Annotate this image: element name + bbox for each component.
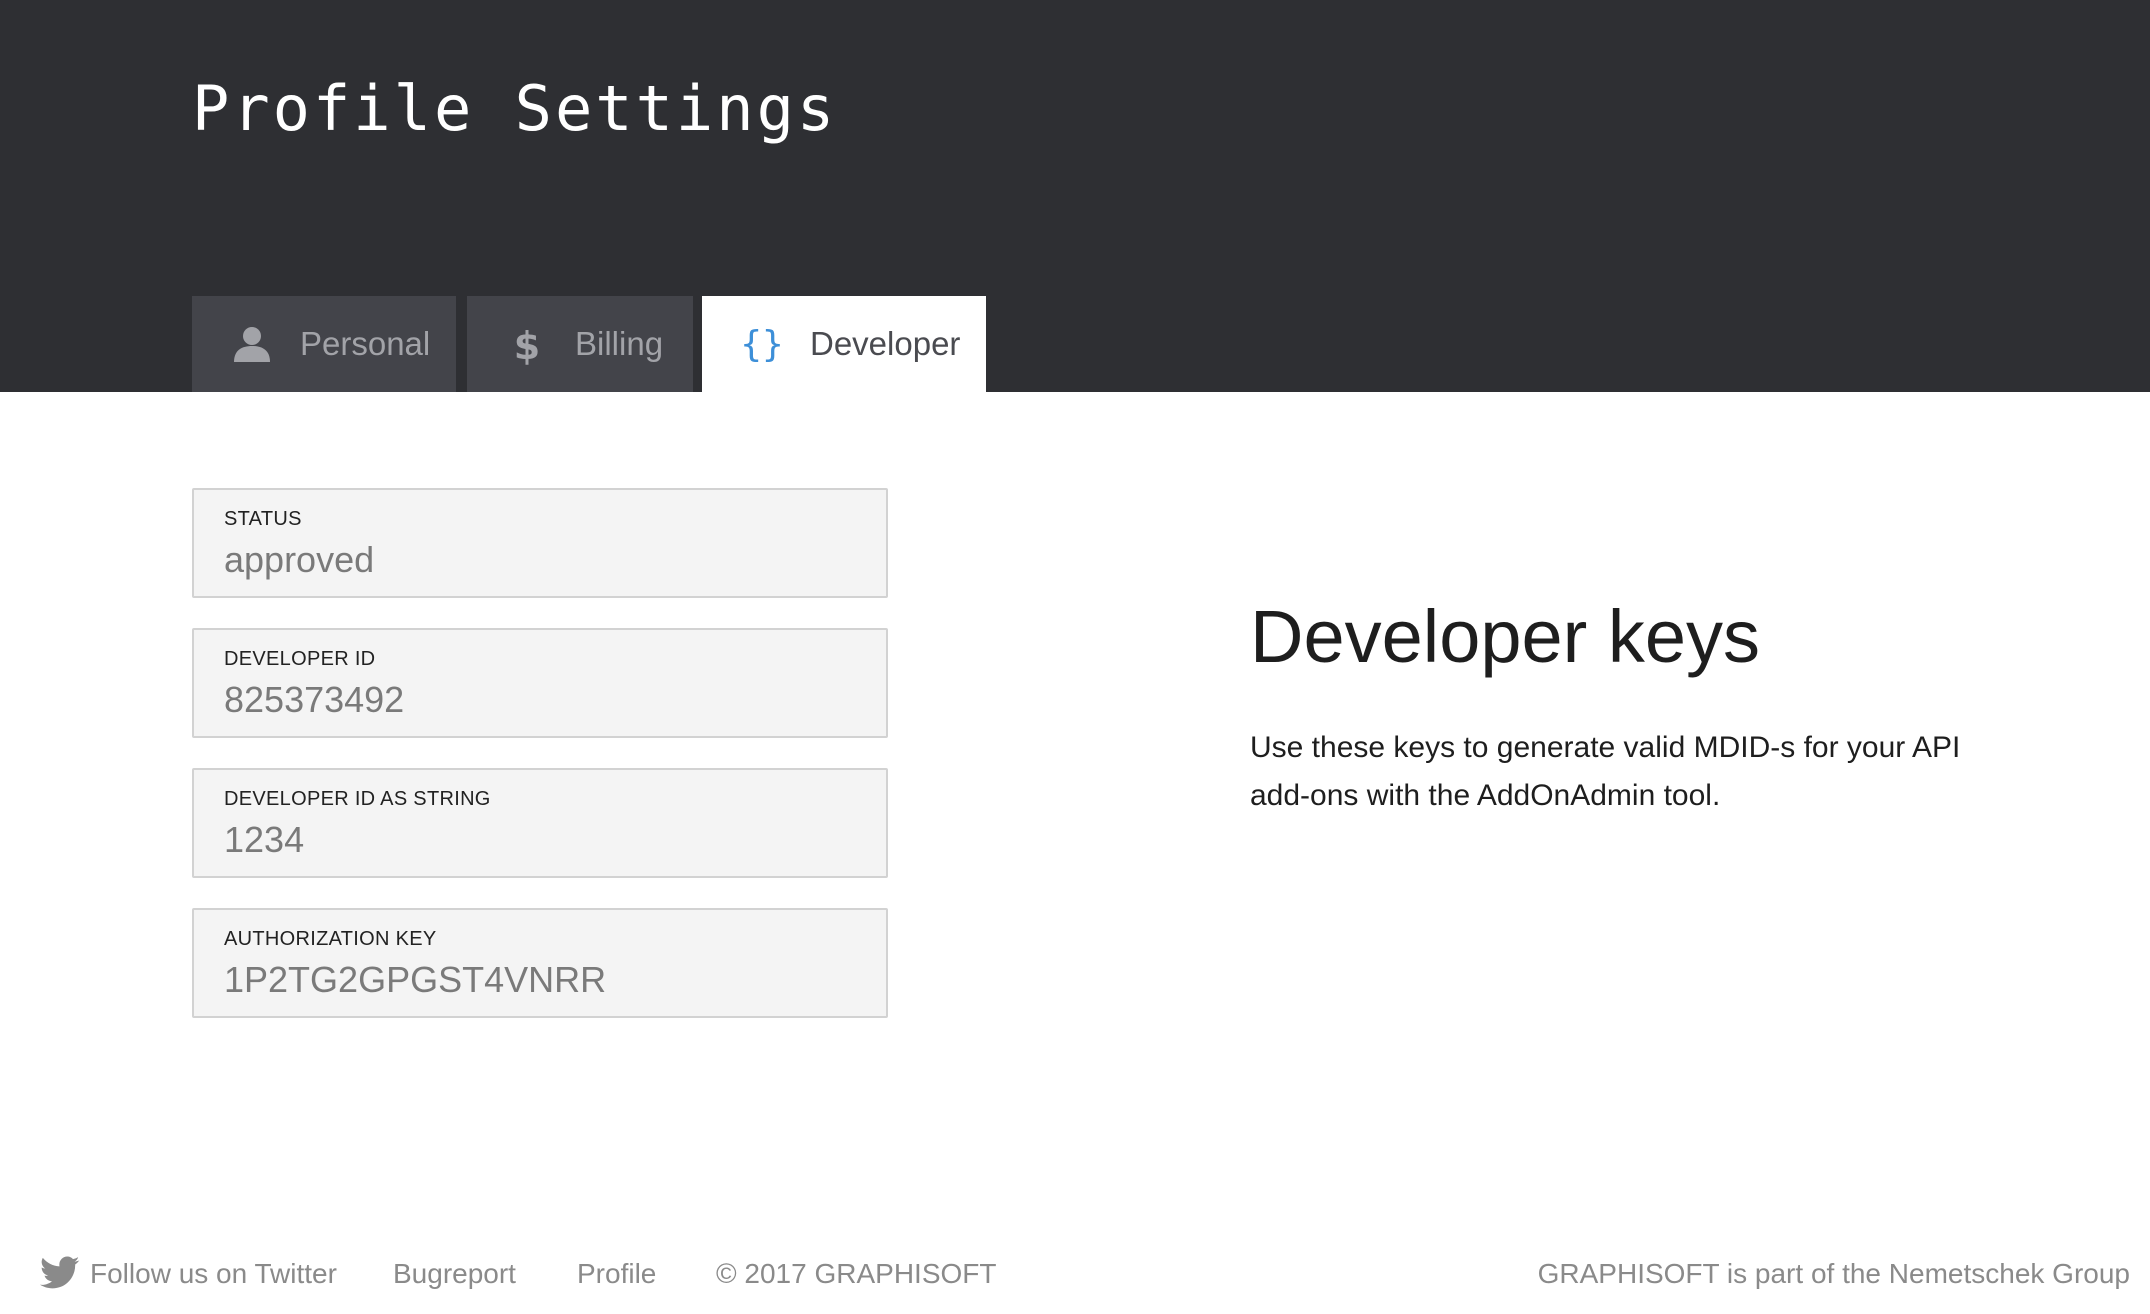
developer-keys-heading: Developer keys: [1250, 595, 1761, 678]
page-title: Profile Settings: [192, 72, 838, 145]
developer-id-field: DEVELOPER ID: [192, 628, 888, 738]
curly-braces-icon: {}: [738, 320, 786, 368]
developer-id-input[interactable]: [224, 678, 854, 722]
page-header: Profile Settings Personal $ Billing {} D…: [0, 0, 2150, 392]
footer-bugreport-link[interactable]: Bugreport: [393, 1258, 516, 1290]
twitter-icon[interactable]: [40, 1256, 80, 1290]
developer-id-string-input[interactable]: [224, 818, 854, 862]
status-label: STATUS: [224, 508, 302, 530]
status-field: STATUS: [192, 488, 888, 598]
authorization-key-input[interactable]: [224, 958, 854, 1002]
tab-personal-label: Personal: [300, 325, 431, 362]
developer-id-string-label: DEVELOPER ID AS STRING: [224, 788, 491, 810]
svg-text:$: $: [514, 324, 540, 365]
tab-billing-label: Billing: [575, 325, 664, 362]
status-input[interactable]: [224, 538, 854, 582]
footer-nemetschek-note: GRAPHISOFT is part of the Nemetschek Gro…: [1537, 1258, 2130, 1289]
tab-developer[interactable]: {} Developer: [702, 296, 986, 392]
developer-id-label: DEVELOPER ID: [224, 648, 376, 670]
footer-profile-link[interactable]: Profile: [577, 1258, 656, 1290]
authorization-key-label: AUTHORIZATION KEY: [224, 928, 437, 950]
developer-id-string-field: DEVELOPER ID AS STRING: [192, 768, 888, 878]
developer-keys-description: Use these keys to generate valid MDID-s …: [1250, 731, 1961, 812]
tab-personal[interactable]: Personal: [192, 296, 456, 392]
footer-copyright: © 2017 GRAPHISOFT: [716, 1258, 997, 1289]
tab-billing[interactable]: $ Billing: [467, 296, 693, 392]
svg-text:{}: {}: [740, 324, 783, 365]
authorization-key-field: AUTHORIZATION KEY: [192, 908, 888, 1018]
user-icon: [228, 320, 276, 368]
footer-twitter-link[interactable]: Follow us on Twitter: [90, 1258, 337, 1290]
dollar-icon: $: [503, 320, 551, 368]
tab-developer-label: Developer: [810, 325, 961, 362]
